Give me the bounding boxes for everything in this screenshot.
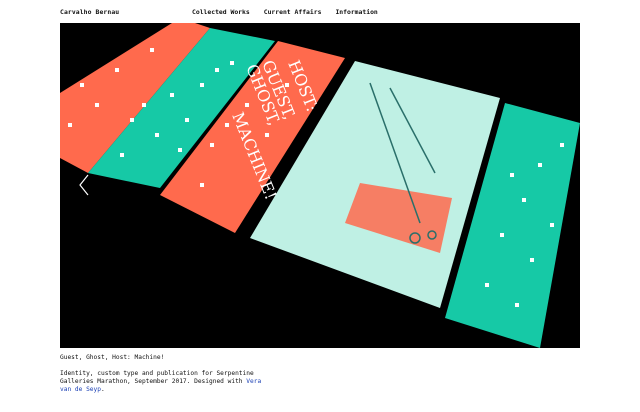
nav-collected-works[interactable]: Collected Works <box>192 8 250 16</box>
description-tail: . <box>100 386 105 393</box>
top-bar: Carvalho Bernau Collected Works Current … <box>0 0 640 24</box>
nav-information[interactable]: Information <box>335 8 377 16</box>
project-caption: Guest, Ghost, Host: Machine! Identity, c… <box>60 354 270 402</box>
main-nav: Collected Works Current Affairs Informat… <box>192 8 378 16</box>
project-image[interactable]: GUEST, GHOST, HOST: MACHINE! <box>60 23 580 348</box>
previous-slide-button[interactable] <box>77 173 91 197</box>
project-description: Identity, custom type and publication fo… <box>60 370 270 394</box>
site-title[interactable]: Carvalho Bernau <box>60 8 119 16</box>
project-title: Guest, Ghost, Host: Machine! <box>60 354 165 361</box>
nav-current-affairs[interactable]: Current Affairs <box>264 8 322 16</box>
chevron-left-icon <box>79 174 89 196</box>
description-text: Identity, custom type and publication fo… <box>60 370 254 385</box>
